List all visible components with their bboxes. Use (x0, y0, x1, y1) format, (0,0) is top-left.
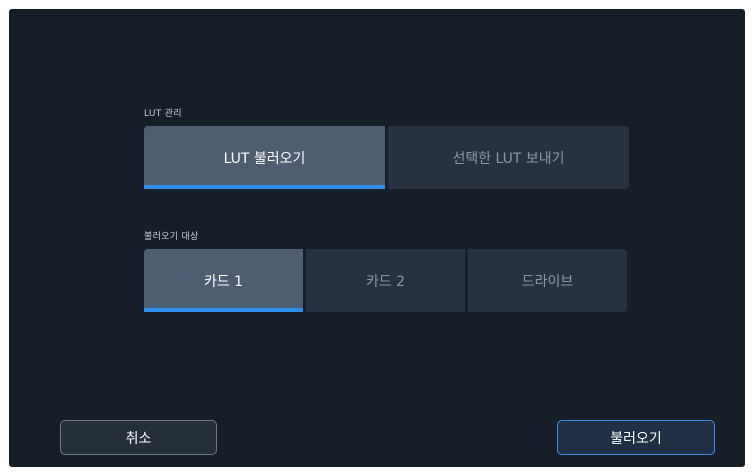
import-target-segmented-control: 카드 1 카드 2 드라이브 (144, 249, 627, 312)
lut-management-label: LUT 관리 (144, 109, 182, 119)
import-button-label: 불러오기 (610, 430, 662, 447)
lut-import-dialog: LUT 관리 LUT 불러오기 선택한 LUT 보내기 불러오기 대상 카드 1… (9, 9, 745, 467)
import-target-label: 불러오기 대상 (144, 232, 199, 242)
card-2-option-label: 카드 2 (365, 273, 406, 290)
lut-management-segmented-control: LUT 불러오기 선택한 LUT 보내기 (144, 126, 629, 189)
import-lut-option[interactable]: LUT 불러오기 (144, 126, 385, 189)
card-2-option[interactable]: 카드 2 (306, 249, 465, 312)
cancel-button[interactable]: 취소 (60, 420, 217, 455)
export-selected-lut-option-label: 선택한 LUT 보내기 (452, 150, 565, 167)
drive-option-label: 드라이브 (521, 273, 574, 290)
selected-indicator (144, 308, 303, 312)
import-lut-option-label: LUT 불러오기 (223, 150, 306, 167)
cancel-button-label: 취소 (125, 430, 152, 447)
card-1-option[interactable]: 카드 1 (144, 249, 303, 312)
drive-option[interactable]: 드라이브 (468, 249, 627, 312)
export-selected-lut-option[interactable]: 선택한 LUT 보내기 (388, 126, 629, 189)
card-1-option-label: 카드 1 (203, 273, 244, 290)
selected-indicator (144, 185, 385, 189)
import-button[interactable]: 불러오기 (557, 420, 715, 455)
